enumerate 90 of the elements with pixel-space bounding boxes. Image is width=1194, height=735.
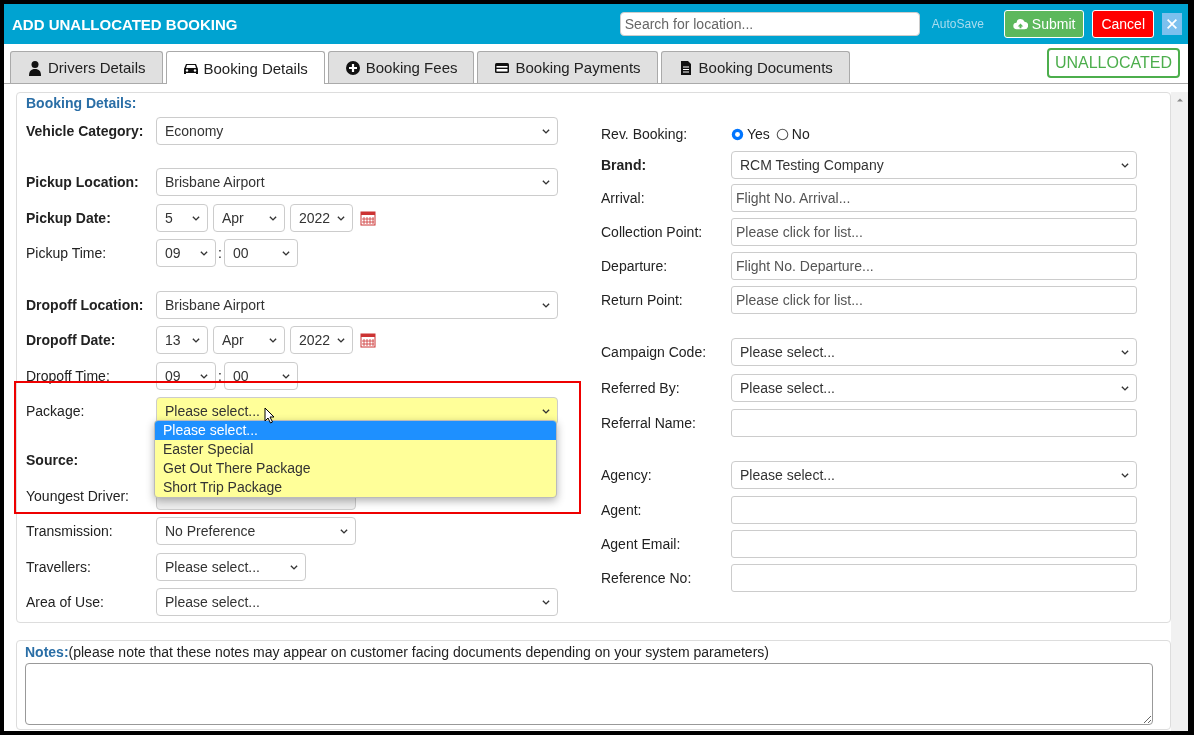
field-label: Referral Name:	[601, 414, 697, 431]
field-label: Arrival:	[601, 190, 646, 206]
select-field[interactable]: No Preference	[156, 517, 356, 546]
field-label: Agency:	[601, 467, 653, 483]
notes-field[interactable]	[25, 663, 1153, 725]
field-label: Pickup Location:	[26, 174, 140, 191]
field-label: Package:	[26, 403, 86, 419]
hour-select[interactable]: 09	[156, 361, 216, 390]
text-field[interactable]: Flight No. Arrival...	[731, 184, 1137, 212]
select-field[interactable]: RCM Testing Company	[731, 151, 1137, 179]
select-field[interactable]: Please select...	[156, 552, 306, 581]
field-label: Referred By:	[601, 379, 681, 396]
field-label: Dropoff Time:	[26, 367, 111, 384]
field-label: Campaign Code:	[601, 344, 708, 360]
field-label: Area of Use:	[26, 594, 105, 611]
caret-icon	[1120, 347, 1130, 357]
field-label: Rev. Booking:	[601, 126, 689, 142]
text-field[interactable]	[731, 408, 1137, 437]
notes-label: Notes:(please note that these notes may appear on customer facing documents depending on your system parameters)	[25, 644, 770, 660]
scroll-up-icon	[1175, 96, 1184, 104]
user-icon	[27, 59, 43, 76]
close-button[interactable]	[1162, 13, 1182, 35]
caret-icon	[541, 406, 551, 416]
caret-icon	[1120, 470, 1130, 480]
year-select[interactable]: 2022	[290, 203, 353, 232]
field-label: Departure:	[601, 258, 669, 274]
minute-select[interactable]: 00	[223, 361, 298, 390]
field-label: Travellers:	[26, 558, 92, 575]
time-separator: :	[218, 367, 222, 384]
text-field[interactable]	[731, 564, 1137, 592]
tab[interactable]: Drivers Details	[10, 51, 163, 83]
field-label: Dropoff Date:	[26, 332, 117, 349]
calendar-icon	[360, 209, 376, 226]
radio-option[interactable]: Yes	[731, 126, 770, 142]
minute-select[interactable]: 00	[223, 239, 298, 268]
time-separator: :	[218, 245, 222, 262]
field-label: Reference No:	[601, 570, 693, 586]
field-label: Youngest Driver:	[26, 487, 130, 504]
close-icon	[1165, 17, 1179, 31]
text-field[interactable]	[731, 496, 1137, 524]
search-field[interactable]: Search for location...	[619, 12, 920, 36]
select-field[interactable]: Please select...	[731, 338, 1137, 366]
field-label: Agent Email:	[601, 536, 682, 552]
select-field[interactable]: Brisbane Airport	[156, 168, 558, 197]
year-select[interactable]: 2022	[290, 326, 353, 355]
window-title: ADD UNALLOCATED BOOKING	[12, 15, 239, 33]
text-field[interactable]: Flight No. Departure...	[731, 252, 1137, 280]
tab[interactable]: Booking Fees	[327, 51, 475, 83]
section-title: Booking Details:	[26, 95, 138, 111]
field-label: Collection Point:	[601, 224, 704, 240]
caret-icon	[1120, 160, 1130, 170]
dropdown-option[interactable]: Short Trip Package	[155, 478, 556, 497]
dropdown-option[interactable]: Get Out There Package	[155, 459, 556, 478]
month-select[interactable]: Apr	[213, 203, 285, 232]
scrollbar[interactable]	[1171, 92, 1188, 731]
field-label: Transmission:	[26, 523, 114, 540]
radio-icon	[775, 127, 789, 141]
field-label: Brand:	[601, 157, 648, 173]
text-field[interactable]: Please click for list...	[731, 218, 1137, 246]
cancel-button[interactable]: Cancel	[1092, 10, 1154, 38]
calendar-icon	[360, 332, 376, 349]
select-field[interactable]: Please select...	[731, 373, 1137, 402]
day-select[interactable]: 13	[156, 326, 208, 355]
field-label: Pickup Date:	[26, 209, 112, 226]
select-field[interactable]: Economy	[156, 116, 558, 145]
field-label: Source:	[26, 452, 80, 469]
status-badge: UNALLOCATED	[1046, 48, 1180, 78]
tab[interactable]: Booking Documents	[660, 51, 850, 83]
field-label: Vehicle Category:	[26, 122, 145, 139]
tab[interactable]: Booking Payments	[477, 51, 658, 83]
select-field[interactable]: Brisbane Airport	[156, 290, 558, 319]
radio-option[interactable]: No	[775, 126, 810, 142]
month-select[interactable]: Apr	[213, 326, 285, 355]
field-label: Dropoff Location:	[26, 296, 145, 313]
hour-select[interactable]: 09	[156, 239, 216, 268]
cursor-icon	[263, 407, 277, 427]
select-field[interactable]: Please select...	[156, 588, 558, 617]
text-field[interactable]: Please click for list...	[731, 286, 1137, 314]
text-field[interactable]	[731, 530, 1137, 558]
field-label: Pickup Time:	[26, 245, 108, 262]
select-field[interactable]: Please select...	[731, 461, 1137, 489]
field-label: Return Point:	[601, 292, 684, 308]
cloud-upload-icon	[1012, 16, 1028, 32]
dropdown-option[interactable]: Easter Special	[155, 440, 556, 459]
day-select[interactable]: 5	[156, 203, 208, 232]
tab[interactable]: Booking Details	[165, 51, 325, 84]
field-label: Agent:	[601, 502, 643, 518]
radio-icon	[731, 127, 744, 141]
autosave-label: AutoSave	[931, 17, 984, 31]
plus-circle-icon	[344, 59, 361, 76]
